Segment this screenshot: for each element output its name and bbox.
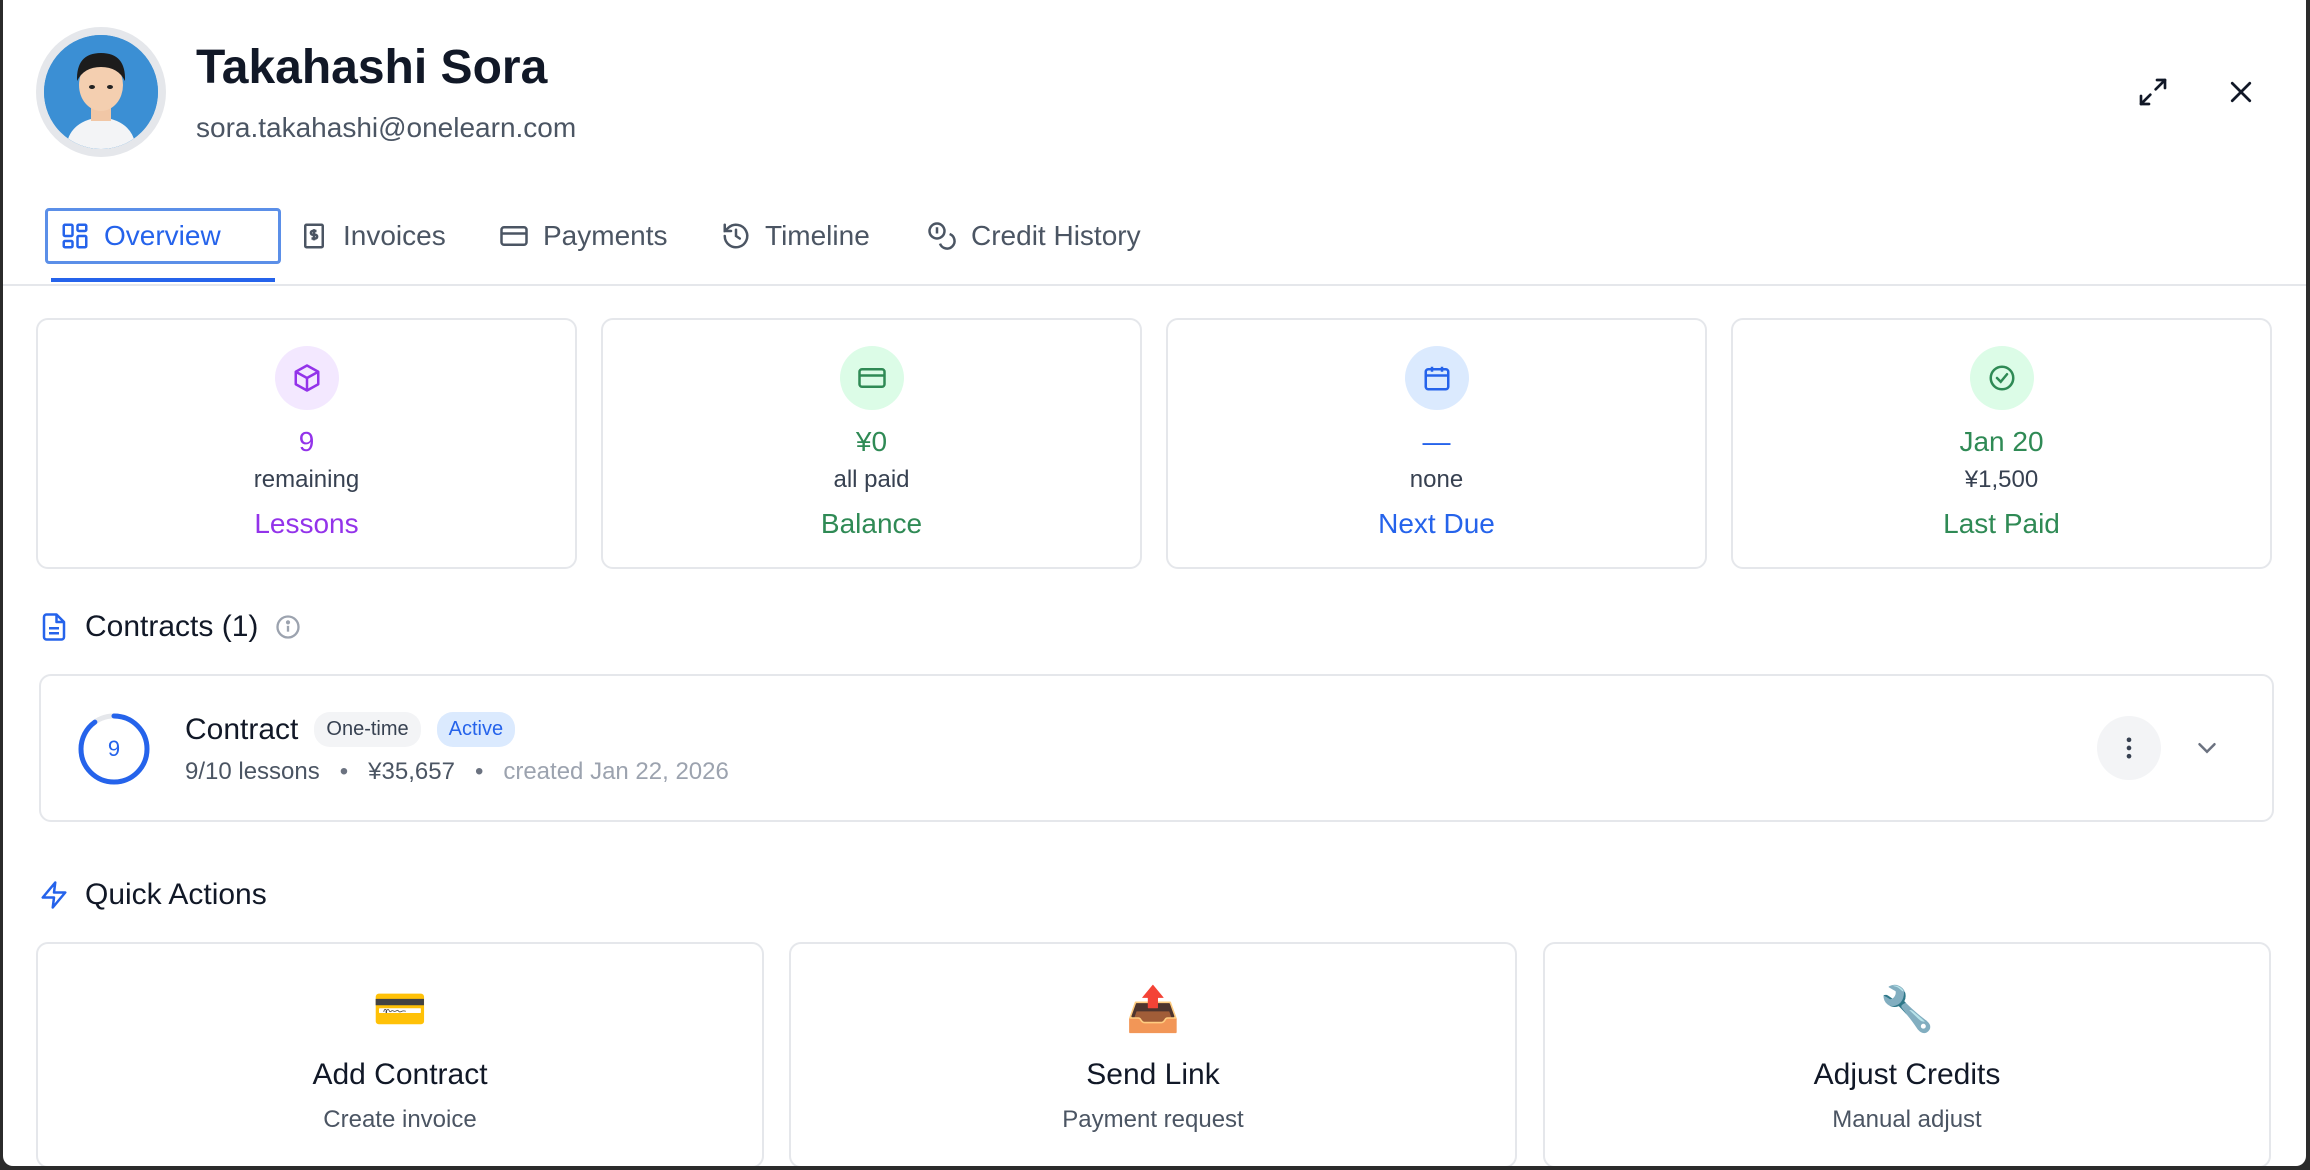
stat-card-lessons: 9 remaining Lessons [36, 318, 577, 569]
stat-label: Last Paid [1943, 508, 2060, 539]
stat-label: Next Due [1378, 508, 1495, 539]
stat-value: — [1422, 426, 1451, 457]
stat-label: Balance [820, 508, 923, 539]
tab-overview[interactable]: Overview [45, 208, 281, 264]
action-title: Adjust Credits [1813, 1058, 2001, 1091]
credit-card-icon [839, 346, 904, 410]
contract-title: Contract One-time Active [185, 712, 516, 747]
stat-value: Jan 20 [1959, 426, 2044, 457]
stat-value: ¥0 [855, 426, 888, 457]
tab-label: Timeline [765, 220, 870, 251]
stat-sub: none [1409, 466, 1464, 493]
check-circle-icon [1969, 346, 2034, 410]
contract-row[interactable]: 9 Contract One-time Active 9/10 lessons … [39, 674, 2274, 822]
history-icon [723, 223, 749, 249]
tab-timeline[interactable]: Timeline [709, 208, 882, 264]
expand-icon [2139, 78, 2167, 106]
active-tab-indicator [51, 278, 275, 282]
action-subtitle: Manual adjust [1832, 1106, 1982, 1133]
tab-label: Invoices [343, 220, 446, 251]
chevron-down-icon [2198, 743, 2216, 754]
stat-card-last-paid: Jan 20 ¥1,500 Last Paid [1731, 318, 2272, 569]
stat-label: Lessons [254, 508, 359, 539]
adjust-credits-button[interactable]: 🔧 Adjust Credits Manual adjust [1543, 942, 2271, 1166]
action-subtitle: Payment request [1062, 1106, 1244, 1133]
contract-created: created Jan 22, 2026 [503, 758, 729, 785]
close-button[interactable] [2219, 70, 2263, 114]
stat-value: 9 [298, 426, 315, 457]
info-icon[interactable] [274, 613, 302, 641]
contract-amount: ¥35,657 [368, 758, 455, 785]
package-icon [274, 346, 339, 410]
action-title: Add Contract [312, 1058, 488, 1091]
tab-invoices[interactable]: Invoices [287, 208, 458, 264]
stat-card-balance: ¥0 all paid Balance [601, 318, 1142, 569]
stat-sub: remaining [253, 466, 360, 493]
student-email: sora.takahashi@onelearn.com [196, 112, 577, 143]
modal-header: Takahashi Sora sora.takahashi@onelearn.c… [3, 0, 2306, 170]
tab-payments[interactable]: Payments [487, 208, 680, 264]
receipt-icon [304, 223, 324, 249]
contract-meta: 9/10 lessons • ¥35,657 • created Jan 22,… [185, 758, 729, 786]
action-title: Send Link [1086, 1058, 1220, 1091]
credit-card-icon: 💳 [372, 985, 428, 1034]
contracts-header: Contracts (1) [39, 610, 302, 644]
close-icon [2230, 81, 2252, 103]
quick-actions-header: Quick Actions [39, 878, 267, 912]
stat-sub: all paid [833, 466, 910, 493]
stat-sub: ¥1,500 [1964, 466, 2039, 493]
more-vertical-icon [2126, 737, 2132, 759]
lightning-icon [41, 881, 67, 909]
lessons-remaining: 9 [107, 736, 121, 761]
calendar-icon [1404, 346, 1469, 410]
tab-label: Overview [104, 220, 221, 251]
coins-icon [928, 222, 956, 250]
expand-contract-button[interactable] [2187, 728, 2227, 768]
avatar-photo [44, 35, 158, 149]
tab-label: Payments [543, 220, 668, 251]
student-detail-modal: Takahashi Sora sora.takahashi@onelearn.c… [3, 0, 2306, 1166]
stat-card-next-due: — none Next Due [1166, 318, 1707, 569]
tab-bar: Overview Invoices Payments Timeline Cred… [3, 200, 2306, 286]
separator: • [339, 758, 349, 785]
wrench-icon: 🔧 [1879, 985, 1935, 1034]
quick-actions-title: Quick Actions [85, 878, 267, 911]
student-name: Takahashi Sora [196, 41, 548, 94]
status-badge: Active [436, 712, 516, 747]
tab-label: Credit History [971, 220, 1141, 251]
contract-lessons: 9/10 lessons [185, 758, 320, 785]
send-link-button[interactable]: 📤 Send Link Payment request [789, 942, 1517, 1166]
contract-name: Contract [185, 712, 299, 746]
tab-credit-history[interactable]: Credit History [915, 208, 1153, 264]
add-contract-button[interactable]: 💳 Add Contract Create invoice [36, 942, 764, 1166]
action-subtitle: Create invoice [323, 1106, 477, 1133]
avatar [36, 27, 166, 157]
credit-card-icon [500, 226, 528, 246]
expand-button[interactable] [2131, 70, 2175, 114]
document-icon [42, 613, 66, 641]
type-badge: One-time [314, 712, 421, 747]
more-options-button[interactable] [2097, 716, 2161, 780]
contracts-title: Contracts (1) [85, 610, 259, 643]
outbox-icon: 📤 [1125, 985, 1181, 1034]
dashboard-icon [62, 223, 88, 249]
separator: • [474, 758, 484, 785]
